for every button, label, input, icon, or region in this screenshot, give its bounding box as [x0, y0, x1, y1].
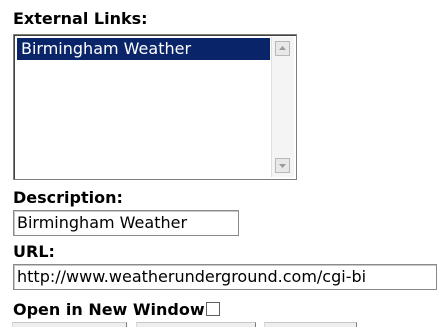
button-partial-3[interactable] — [264, 322, 357, 327]
listbox-scrollbar[interactable] — [271, 37, 294, 177]
description-input[interactable]: Birmingham Weather — [13, 210, 239, 236]
list-item-birmingham-weather[interactable]: Birmingham Weather — [17, 38, 270, 60]
scroll-up-arrow-icon — [276, 42, 289, 55]
open-in-new-window-checkbox[interactable] — [206, 302, 220, 316]
description-label: Description: — [13, 188, 123, 207]
scroll-down-button[interactable] — [275, 158, 290, 173]
url-label: URL: — [13, 242, 55, 261]
url-input[interactable]: http://www.weatherunderground.com/cgi-bi — [13, 264, 437, 290]
scroll-down-arrow-icon — [276, 159, 289, 172]
button-partial-2[interactable] — [136, 322, 256, 327]
external-links-listbox[interactable]: Birmingham Weather — [13, 34, 297, 180]
scroll-up-button[interactable] — [275, 41, 290, 56]
external-links-label: External Links: — [13, 9, 148, 28]
open-in-new-window-label: Open in New Window — [13, 300, 205, 319]
button-partial-1[interactable] — [12, 322, 127, 327]
